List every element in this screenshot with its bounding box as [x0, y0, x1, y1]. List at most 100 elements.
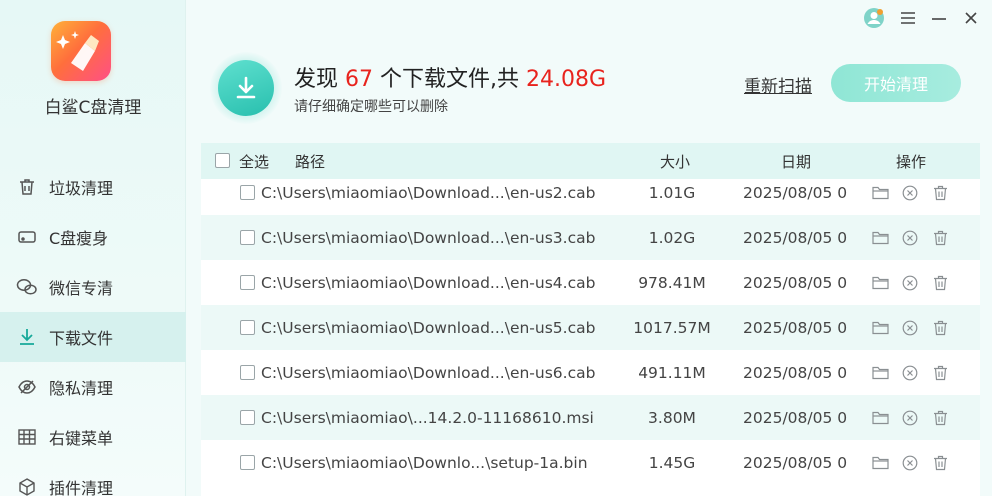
file-size: 1.01G: [648, 183, 696, 202]
ignore-icon[interactable]: [901, 229, 919, 247]
sidebar-item-label: 隐私清理: [49, 379, 114, 398]
select-all-label: 全选: [239, 152, 270, 171]
grid-icon: [16, 426, 38, 448]
select-all-checkbox[interactable]: [215, 153, 230, 168]
row-actions: [871, 229, 949, 247]
close-icon[interactable]: [961, 8, 981, 28]
file-path: C:\Users\miaomiao\Download...\en-us4.cab: [261, 273, 596, 292]
user-avatar-icon[interactable]: [862, 8, 886, 28]
file-path: C:\Users\miaomiao\Download...\en-us2.cab: [261, 183, 596, 202]
start-clean-button[interactable]: 开始清理: [831, 64, 961, 102]
total-size: 24.08G: [525, 67, 607, 92]
row-checkbox[interactable]: [240, 185, 255, 200]
row-actions: [871, 184, 949, 202]
open-folder-icon[interactable]: [871, 319, 889, 337]
disk-icon: [16, 226, 38, 248]
app-name: 白鲨C盘清理: [44, 98, 142, 118]
row-actions: [871, 319, 949, 337]
file-size: 978.41M: [638, 273, 706, 292]
summary-prefix: 发现: [294, 67, 345, 92]
delete-icon[interactable]: [931, 409, 949, 427]
row-actions: [871, 364, 949, 382]
delete-icon[interactable]: [931, 454, 949, 472]
sidebar-item-label: C盘瘦身: [49, 229, 109, 248]
row-checkbox[interactable]: [240, 410, 255, 425]
rescan-link[interactable]: 重新扫描: [744, 72, 812, 97]
minimize-icon[interactable]: [929, 8, 949, 28]
ignore-icon[interactable]: [901, 454, 919, 472]
file-path: C:\Users\miaomiao\Downlo...\setup-1a.bin: [261, 453, 588, 472]
wechat-icon: [16, 276, 38, 298]
file-size: 3.80M: [648, 408, 696, 427]
sidebar-item-label: 垃圾清理: [49, 179, 114, 198]
sidebar-item-plugins[interactable]: 插件清理: [0, 462, 186, 496]
summary-middle: 个下载文件,共: [373, 67, 526, 92]
open-folder-icon[interactable]: [871, 409, 889, 427]
file-date: 2025/08/05 0: [743, 453, 848, 472]
table-row[interactable]: C:\Users\miaomiao\Download...\en-us3.cab…: [201, 215, 980, 260]
table-row[interactable]: C:\Users\miaomiao\Downlo...\setup-1a.bin…: [201, 440, 980, 485]
row-checkbox[interactable]: [240, 365, 255, 380]
summary-subtitle: 请仔细确定哪些可以删除: [294, 99, 448, 115]
row-actions: [871, 409, 949, 427]
sidebar-item-junk-clean[interactable]: 垃圾清理: [0, 162, 186, 212]
download-badge: [210, 52, 282, 124]
file-size: 1.02G: [648, 228, 696, 247]
ignore-icon[interactable]: [901, 409, 919, 427]
delete-icon[interactable]: [931, 274, 949, 292]
sidebar-item-context-menu[interactable]: 右键菜单: [0, 412, 186, 462]
sidebar-item-label: 插件清理: [49, 479, 114, 496]
file-path: C:\Users\miaomiao\Download...\en-us5.cab: [261, 318, 596, 337]
file-count: 67: [345, 67, 373, 92]
table-row[interactable]: C:\Users\miaomiao\Download...\en-us4.cab…: [201, 260, 980, 305]
sidebar-item-label: 微信专清: [49, 279, 114, 298]
ignore-icon[interactable]: [901, 319, 919, 337]
column-header-date: 日期: [781, 152, 812, 171]
sidebar: 白鲨C盘清理 垃圾清理 C盘瘦身 微信专清 下载文件 隐私清理 右键菜单 插件清…: [0, 0, 186, 496]
sidebar-item-c-slim[interactable]: C盘瘦身: [0, 212, 186, 262]
open-folder-icon[interactable]: [871, 274, 889, 292]
open-folder-icon[interactable]: [871, 454, 889, 472]
file-date: 2025/08/05 0: [743, 408, 848, 427]
table-row[interactable]: C:\Users\miaomiao\Download...\en-us5.cab…: [201, 305, 980, 350]
table-row[interactable]: C:\Users\miaomiao\...14.2.0-11168610.msi…: [201, 395, 980, 440]
trash-icon: [16, 176, 38, 198]
eye-off-icon: [16, 376, 38, 398]
table-row[interactable]: C:\Users\miaomiao\Download...\en-us2.cab…: [201, 170, 980, 215]
file-path: C:\Users\miaomiao\...14.2.0-11168610.msi: [261, 408, 594, 427]
column-header-size: 大小: [660, 152, 691, 171]
row-checkbox[interactable]: [240, 275, 255, 290]
open-folder-icon[interactable]: [871, 184, 889, 202]
delete-icon[interactable]: [931, 229, 949, 247]
file-date: 2025/08/05 0: [743, 318, 848, 337]
row-actions: [871, 454, 949, 472]
table-row[interactable]: C:\Users\miaomiao\Download...\en-us6.cab…: [201, 350, 980, 395]
download-file-table: 全选 路径 大小 日期 操作 C:\Users\miaomiao\Downloa…: [201, 143, 980, 496]
delete-icon[interactable]: [931, 319, 949, 337]
menu-icon[interactable]: [898, 8, 918, 28]
ignore-icon[interactable]: [901, 274, 919, 292]
column-header-ops: 操作: [896, 152, 927, 171]
open-folder-icon[interactable]: [871, 229, 889, 247]
row-actions: [871, 274, 949, 292]
sidebar-item-wechat[interactable]: 微信专清: [0, 262, 186, 312]
file-path: C:\Users\miaomiao\Download...\en-us3.cab: [261, 228, 596, 247]
sidebar-nav: 垃圾清理 C盘瘦身 微信专清 下载文件 隐私清理 右键菜单 插件清理: [0, 162, 186, 496]
ignore-icon[interactable]: [901, 364, 919, 382]
row-checkbox[interactable]: [240, 320, 255, 335]
sidebar-item-label: 下载文件: [49, 329, 114, 348]
scan-summary: 发现 67 个下载文件,共 24.08G: [294, 61, 606, 93]
download-icon: [218, 60, 274, 116]
column-header-path: 路径: [295, 152, 326, 171]
row-checkbox[interactable]: [240, 455, 255, 470]
delete-icon[interactable]: [931, 364, 949, 382]
file-date: 2025/08/05 0: [743, 183, 848, 202]
sidebar-item-privacy[interactable]: 隐私清理: [0, 362, 186, 412]
file-date: 2025/08/05 0: [743, 273, 848, 292]
open-folder-icon[interactable]: [871, 364, 889, 382]
ignore-icon[interactable]: [901, 184, 919, 202]
sidebar-item-downloads[interactable]: 下载文件: [0, 312, 186, 362]
row-checkbox[interactable]: [240, 230, 255, 245]
delete-icon[interactable]: [931, 184, 949, 202]
sidebar-item-label: 右键菜单: [49, 429, 114, 448]
